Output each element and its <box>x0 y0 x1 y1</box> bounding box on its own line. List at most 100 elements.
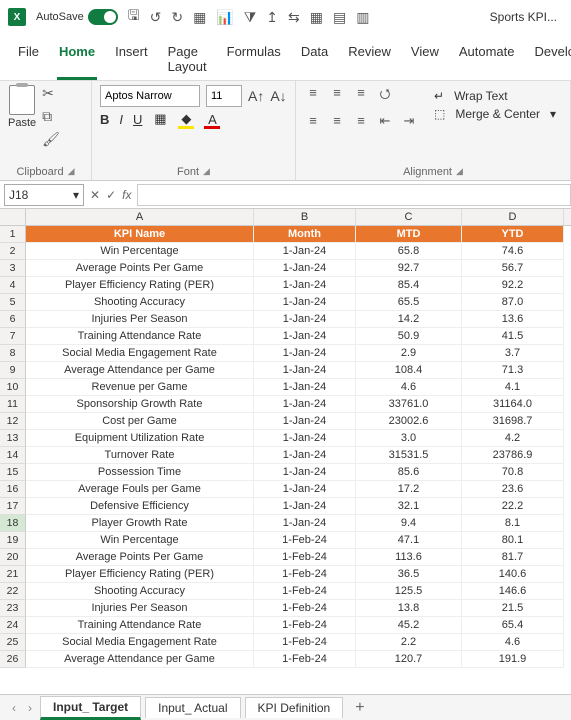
cell[interactable]: 1-Jan-24 <box>254 430 356 447</box>
cell[interactable]: 65.8 <box>356 243 462 260</box>
row-header[interactable]: 12 <box>0 413 26 430</box>
cell[interactable]: 191.9 <box>462 651 564 668</box>
cell[interactable]: 120.7 <box>356 651 462 668</box>
cell[interactable]: 70.8 <box>462 464 564 481</box>
col-header-c[interactable]: C <box>356 209 462 225</box>
accept-formula-icon[interactable]: ✓ <box>106 188 116 202</box>
spreadsheet-grid[interactable]: A B C D 1KPI NameMonthMTDYTD2Win Percent… <box>0 209 571 668</box>
row-header[interactable]: 23 <box>0 600 26 617</box>
add-sheet-button[interactable]: + <box>347 699 372 717</box>
cell[interactable]: 65.4 <box>462 617 564 634</box>
sheet-tab-kpi-definition[interactable]: KPI Definition <box>245 697 344 718</box>
row-header[interactable]: 24 <box>0 617 26 634</box>
row-header[interactable]: 10 <box>0 379 26 396</box>
cell[interactable]: 21.5 <box>462 600 564 617</box>
align-left-icon[interactable]: ≡ <box>304 113 322 129</box>
cell[interactable]: 50.9 <box>356 328 462 345</box>
tab-formulas[interactable]: Formulas <box>225 38 283 80</box>
row-header[interactable]: 13 <box>0 430 26 447</box>
calc-icon[interactable]: ▥ <box>356 9 369 26</box>
cell[interactable]: Defensive Efficiency <box>26 498 254 515</box>
cell[interactable]: Social Media Engagement Rate <box>26 345 254 362</box>
tab-view[interactable]: View <box>409 38 441 80</box>
cell[interactable]: Average Points Per Game <box>26 260 254 277</box>
align-middle-icon[interactable]: ≡ <box>328 85 346 107</box>
cell[interactable]: 65.5 <box>356 294 462 311</box>
cell[interactable]: 3.0 <box>356 430 462 447</box>
align-right-icon[interactable]: ≡ <box>352 113 370 129</box>
cell[interactable]: Win Percentage <box>26 243 254 260</box>
cell[interactable]: 1-Jan-24 <box>254 362 356 379</box>
cell[interactable]: 92.7 <box>356 260 462 277</box>
cell[interactable]: KPI Name <box>26 226 254 243</box>
cell[interactable]: 1-Jan-24 <box>254 413 356 430</box>
row-header[interactable]: 2 <box>0 243 26 260</box>
tab-data[interactable]: Data <box>299 38 330 80</box>
cell[interactable]: 1-Jan-24 <box>254 498 356 515</box>
cell[interactable]: 13.6 <box>462 311 564 328</box>
cell[interactable]: 1-Jan-24 <box>254 294 356 311</box>
chart-icon[interactable]: 📊 <box>216 9 233 26</box>
row-header[interactable]: 5 <box>0 294 26 311</box>
cell[interactable]: Average Attendance per Game <box>26 362 254 379</box>
redo-icon[interactable]: ↻ <box>171 9 183 26</box>
autosave-toggle[interactable]: AutoSave <box>36 9 118 25</box>
tab-pagelayout[interactable]: Page Layout <box>166 38 209 80</box>
cancel-formula-icon[interactable]: ✕ <box>90 188 100 202</box>
undo-icon[interactable]: ↺ <box>150 9 162 26</box>
row-header[interactable]: 4 <box>0 277 26 294</box>
cell[interactable]: 1-Feb-24 <box>254 600 356 617</box>
decrease-indent-icon[interactable]: ⇤ <box>376 113 394 129</box>
cell[interactable]: 17.2 <box>356 481 462 498</box>
cell[interactable]: 2.9 <box>356 345 462 362</box>
tab-insert[interactable]: Insert <box>113 38 150 80</box>
cell[interactable]: Win Percentage <box>26 532 254 549</box>
cell[interactable]: 85.4 <box>356 277 462 294</box>
font-name-select[interactable] <box>100 85 200 107</box>
tab-review[interactable]: Review <box>346 38 393 80</box>
col-header-d[interactable]: D <box>462 209 564 225</box>
cell[interactable]: 47.1 <box>356 532 462 549</box>
clipboard-dialog-launcher-icon[interactable]: ◢ <box>68 166 75 178</box>
cell[interactable]: 31164.0 <box>462 396 564 413</box>
save-icon[interactable]: 🖫 <box>128 5 140 29</box>
cell[interactable]: 41.5 <box>462 328 564 345</box>
cell[interactable]: 1-Jan-24 <box>254 328 356 345</box>
cell[interactable]: 80.1 <box>462 532 564 549</box>
cell[interactable]: Turnover Rate <box>26 447 254 464</box>
underline-button[interactable]: U <box>133 112 142 127</box>
cell[interactable]: 1-Jan-24 <box>254 277 356 294</box>
cell[interactable]: 33761.0 <box>356 396 462 413</box>
alignment-dialog-launcher-icon[interactable]: ◢ <box>456 166 463 178</box>
fill-color-button[interactable]: ◆ <box>178 111 194 127</box>
cell[interactable]: YTD <box>462 226 564 243</box>
cell[interactable]: 31698.7 <box>462 413 564 430</box>
tab-home[interactable]: Home <box>57 38 97 80</box>
cell[interactable]: 36.5 <box>356 566 462 583</box>
cell[interactable]: 85.6 <box>356 464 462 481</box>
cell[interactable]: 23002.6 <box>356 413 462 430</box>
select-all-corner[interactable] <box>0 209 26 225</box>
cell[interactable]: 125.5 <box>356 583 462 600</box>
cell[interactable]: Training Attendance Rate <box>26 617 254 634</box>
cell[interactable]: 1-Jan-24 <box>254 515 356 532</box>
cell[interactable]: Possession Time <box>26 464 254 481</box>
fx-icon[interactable]: fx <box>122 188 131 202</box>
cell[interactable]: 3.7 <box>462 345 564 362</box>
copy-icon[interactable]: ⧉ <box>42 108 60 125</box>
tab-developer[interactable]: Develop <box>533 38 571 80</box>
wrap-text-button[interactable]: ↵ Wrap Text <box>434 85 556 103</box>
cell[interactable]: 1-Feb-24 <box>254 566 356 583</box>
cell[interactable]: 1-Jan-24 <box>254 396 356 413</box>
sheet-nav-prev-icon[interactable]: ‹ <box>8 701 20 715</box>
col-header-a[interactable]: A <box>26 209 254 225</box>
cell[interactable]: Average Attendance per Game <box>26 651 254 668</box>
decrease-font-icon[interactable]: A↓ <box>270 88 286 104</box>
cell[interactable]: MTD <box>356 226 462 243</box>
col-header-b[interactable]: B <box>254 209 356 225</box>
align-top-icon[interactable]: ≡ <box>304 85 322 107</box>
cell[interactable]: Average Fouls per Game <box>26 481 254 498</box>
cell[interactable]: 74.6 <box>462 243 564 260</box>
cell[interactable]: Injuries Per Season <box>26 311 254 328</box>
row-header[interactable]: 20 <box>0 549 26 566</box>
